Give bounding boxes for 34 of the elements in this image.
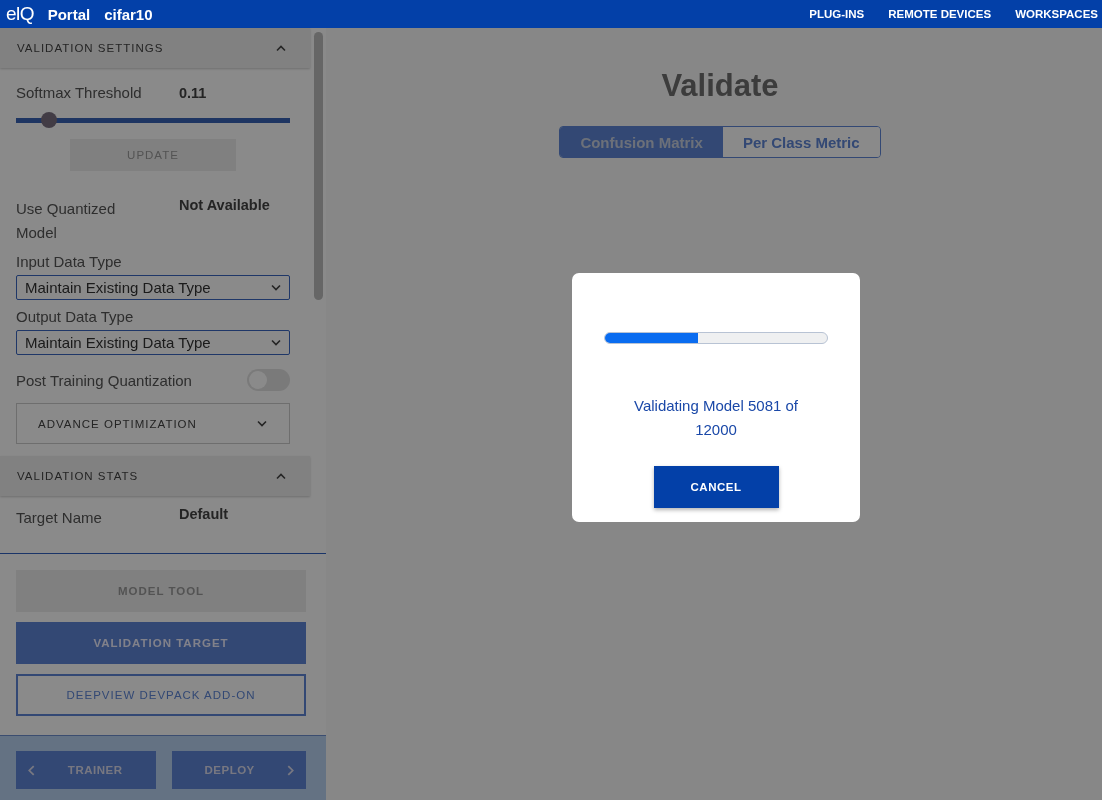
app-title: Portal: [47, 5, 91, 23]
expander-title: ADVANCE OPTIMIZATION: [38, 417, 197, 430]
action-button[interactable]: VALIDATION TARGET: [16, 622, 306, 664]
field-label: Target Name: [16, 508, 103, 528]
field-label: Softmax Threshold: [16, 84, 143, 101]
progress-message: Validating Model 5081 of 12000: [633, 396, 799, 440]
expander-header[interactable]: ADVANCE OPTIMIZATION: [16, 403, 290, 444]
action-button[interactable]: DEEPVIEW DEVPACK ADD-ON: [16, 674, 306, 716]
section-header[interactable]: VALIDATION STATS: [0, 456, 310, 496]
field-value: 0.11: [179, 84, 207, 101]
chevron-right-icon: [287, 764, 294, 776]
nav-link[interactable]: REMOTE DEVICES: [888, 8, 992, 20]
section-title: VALIDATION SETTINGS: [17, 42, 164, 54]
slider-thumb[interactable]: [40, 112, 57, 128]
field-label: Use Quantized Model: [16, 199, 117, 243]
logo[interactable]: eIQ: [6, 3, 34, 25]
section-header[interactable]: VALIDATION SETTINGS: [0, 28, 310, 68]
page-title: Validate: [661, 68, 779, 104]
section-title: VALIDATION STATS: [17, 470, 139, 482]
dropdown[interactable]: Maintain Existing Data Type: [16, 330, 290, 355]
dropdown[interactable]: Maintain Existing Data Type: [16, 275, 290, 300]
field-value: Not Available: [179, 197, 270, 213]
scrollbar[interactable]: [314, 32, 323, 300]
caret-icon: [271, 339, 281, 346]
caret-icon: [271, 284, 281, 291]
nav-link[interactable]: PLUG-INS: [809, 8, 865, 20]
cancel-button[interactable]: CANCEL: [653, 466, 779, 508]
field-value: Default: [179, 506, 229, 522]
field-label: Input Data Type: [16, 253, 123, 270]
nav-link[interactable]: WORKSPACES: [1015, 8, 1098, 20]
project-name: cifar10: [104, 5, 153, 23]
field-label: Output Data Type: [16, 308, 135, 325]
chevron-left-icon: [28, 764, 35, 776]
field-label: Post Training Quantization: [16, 371, 192, 389]
